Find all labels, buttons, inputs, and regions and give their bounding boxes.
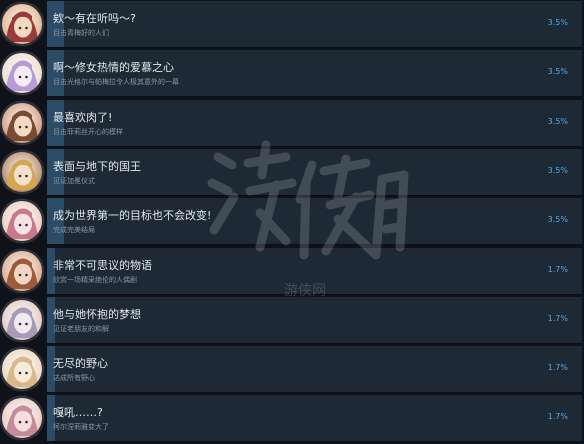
achievement-title: 表面与地下的国王 [53, 159, 141, 173]
unlock-percent: 1.7% [547, 264, 568, 274]
achievement-row[interactable]: 非常不可思议的物语欣赏一场精采绝伦的人偶剧 1.7% [0, 247, 584, 297]
achievement-title: 啊～修女热情的爱慕之心 [53, 61, 174, 75]
achievement-title: 嘎吼……? [53, 406, 103, 420]
unlock-percent: 3.5% [547, 116, 568, 126]
character-portrait-icon [0, 2, 44, 46]
unlock-percent: 1.7% [547, 412, 568, 422]
unlock-percent: 3.5% [547, 215, 568, 225]
achievement-title: 非常不可思议的物语 [53, 258, 152, 272]
achievement-title: 无尽的野心 [53, 357, 108, 371]
achievement-panel: 啊～修女热情的爱慕之心目击光格尔与帕梅拉令人极其意外的一幕 3.5% [47, 50, 582, 98]
achievement-description: 柯尔涅莉雅变大了 [53, 423, 109, 432]
achievement-panel: 表面与地下的国王见证加冕仪式 3.5% [47, 148, 582, 196]
achievement-panel: 无尽的野心达成所有野心 1.7% [47, 346, 582, 394]
achievement-description: 完成完美结局 [53, 226, 95, 235]
achievement-row[interactable]: 成为世界第一的目标也不会改变! 完成完美结局 3.5% [0, 197, 584, 247]
character-portrait-icon [0, 396, 44, 441]
achievement-row[interactable]: 无尽的野心达成所有野心 1.7% [0, 345, 584, 395]
achievement-panel: 欸～有在听吗～? 目击青梅好的人们 3.5% [47, 1, 582, 48]
achievement-row[interactable]: 表面与地下的国王见证加冕仪式 3.5% [0, 148, 584, 198]
character-portrait-icon [0, 248, 44, 293]
achievement-panel: 最喜欢肉了! 目击菲莉丝开心的模样 3.5% [47, 99, 582, 147]
achievement-description: 见证老朋友的和解 [53, 324, 109, 333]
achievement-panel: 非常不可思议的物语欣赏一场精采绝伦的人偶剧 1.7% [47, 247, 582, 295]
unlock-percent: 3.5% [547, 67, 568, 77]
achievement-title: 最喜欢肉了! [53, 110, 113, 124]
unlock-percent: 3.5% [547, 165, 568, 175]
achievement-row[interactable]: 啊～修女热情的爱慕之心目击光格尔与帕梅拉令人极其意外的一幕 3.5% [0, 49, 584, 99]
achievement-row[interactable]: 最喜欢肉了! 目击菲莉丝开心的模样 3.5% [0, 99, 584, 149]
achievement-description: 目击光格尔与帕梅拉令人极其意外的一幕 [53, 78, 179, 87]
achievement-description: 达成所有野心 [53, 374, 95, 383]
achievement-row[interactable]: 嘎吼……? 柯尔涅莉雅变大了 1.7% [0, 394, 584, 444]
achievement-description: 目击菲莉丝开心的模样 [53, 127, 123, 136]
character-portrait-icon [0, 100, 44, 145]
achievement-panel: 他与她怀抱的梦想见证老朋友的和解 1.7% [47, 296, 582, 344]
achievement-title: 欸～有在听吗～? [53, 12, 136, 25]
achievement-row[interactable]: 欸～有在听吗～? 目击青梅好的人们 3.5% [0, 0, 584, 50]
achievement-title: 成为世界第一的目标也不会改变! [53, 209, 212, 223]
achievement-description: 欣赏一场精采绝伦的人偶剧 [53, 275, 137, 284]
character-portrait-icon [0, 347, 44, 392]
achievement-panel: 嘎吼……? 柯尔涅莉雅变大了 1.7% [47, 395, 582, 443]
character-portrait-icon [0, 199, 44, 244]
achievement-list: 欸～有在听吗～? 目击青梅好的人们 3.5% 啊～修女热情的爱慕之心 目击光格尔与帕梅拉… [0, 0, 584, 444]
achievement-title: 他与她怀抱的梦想 [53, 307, 141, 321]
unlock-percent: 1.7% [547, 363, 568, 373]
achievement-panel: 成为世界第一的目标也不会改变! 完成完美结局 3.5% [47, 198, 582, 246]
achievement-description: 目击青梅好的人们 [53, 29, 109, 37]
unlock-percent: 3.5% [547, 18, 568, 27]
achievement-row[interactable]: 他与她怀抱的梦想见证老朋友的和解 1.7% [0, 296, 584, 346]
character-portrait-icon [0, 51, 44, 96]
character-portrait-icon [0, 149, 44, 194]
character-portrait-icon [0, 297, 44, 342]
achievement-description: 见证加冕仪式 [53, 176, 95, 185]
unlock-percent: 1.7% [547, 313, 568, 323]
